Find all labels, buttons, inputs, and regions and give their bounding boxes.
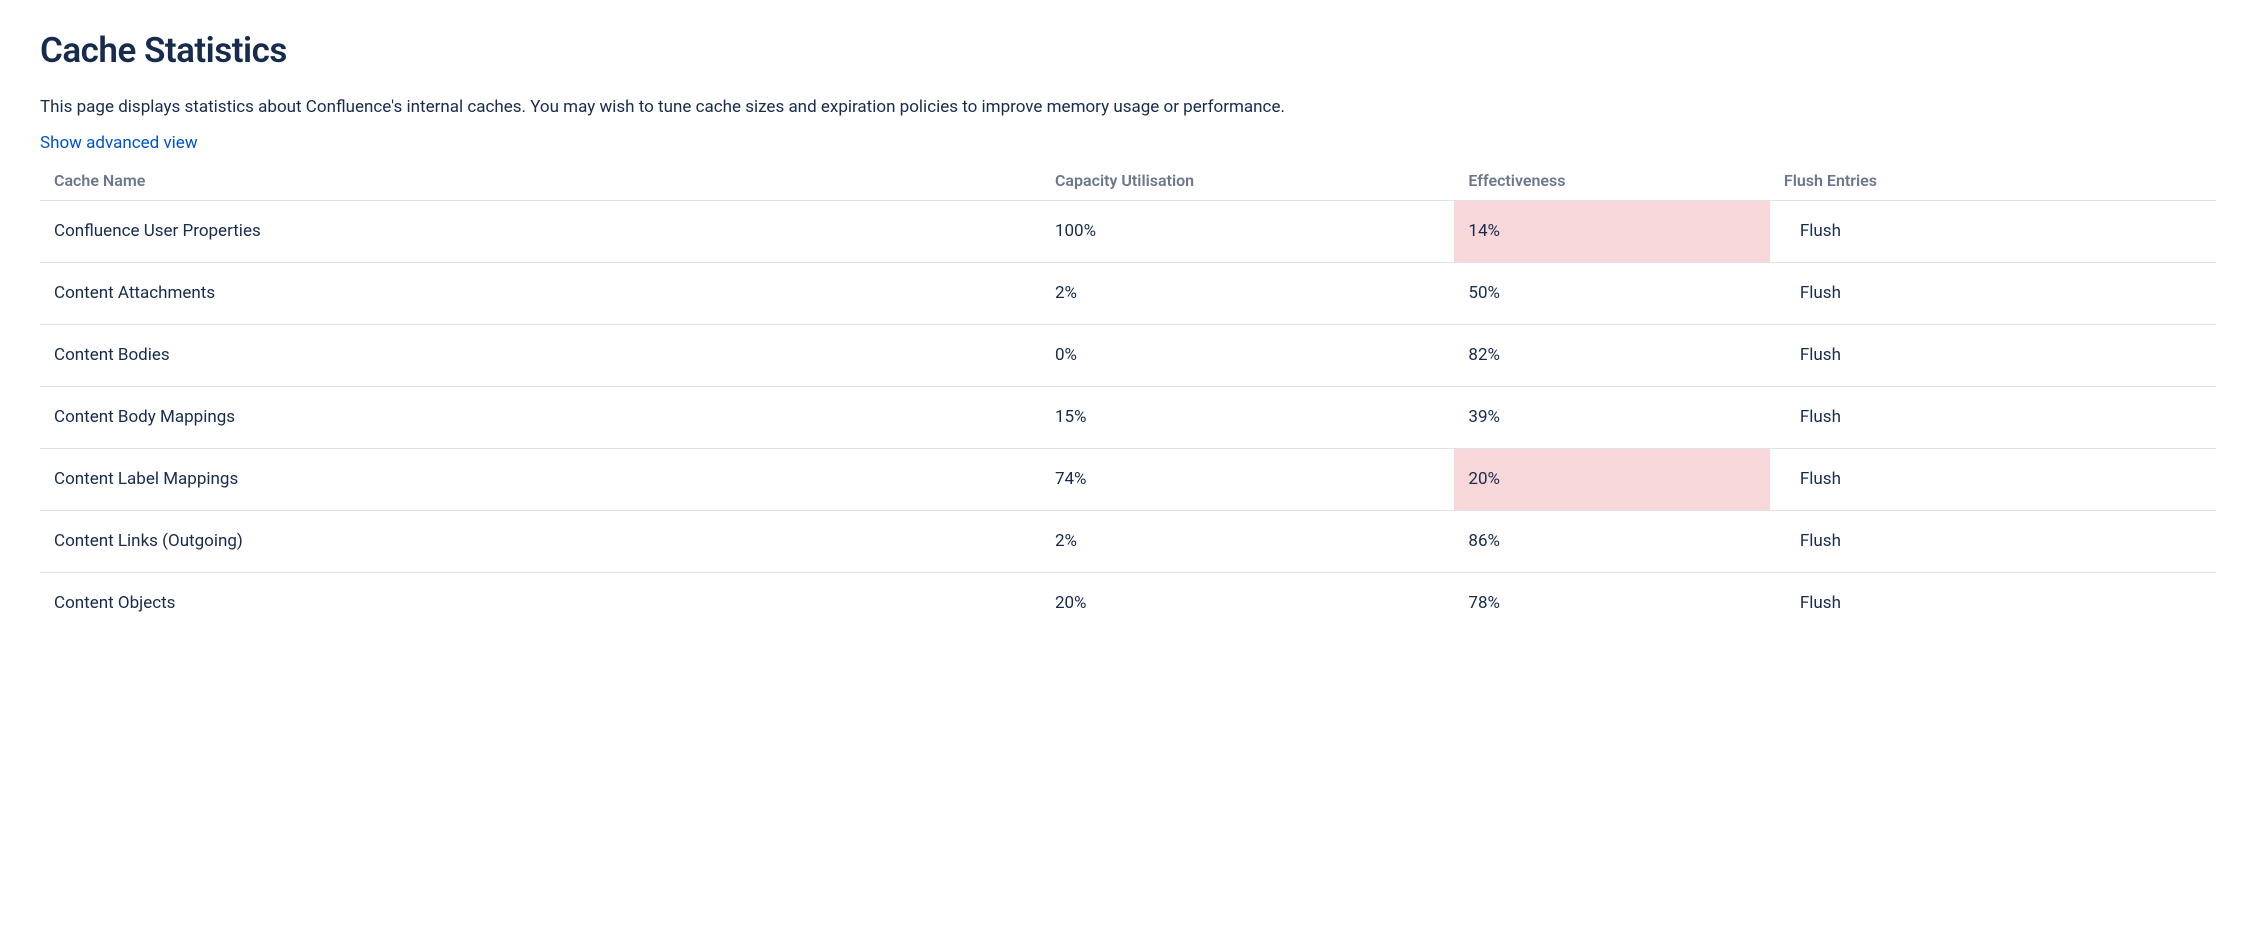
column-header-flush: Flush Entries [1770,161,2216,201]
table-row: Content Body Mappings15%39% Flush [40,386,2216,448]
table-row: Content Attachments2%50% Flush [40,262,2216,324]
capacity-cell: 74% [1041,448,1454,510]
flush-button[interactable]: Flush [1800,283,1841,303]
column-header-capacity: Capacity Utilisation [1041,161,1454,201]
effectiveness-cell: 82% [1454,324,1770,386]
flush-cell: Flush [1770,448,2216,510]
flush-button[interactable]: Flush [1800,593,1841,613]
capacity-cell: 0% [1041,324,1454,386]
flush-cell: Flush [1770,200,2216,262]
table-row: Content Bodies0%82% Flush [40,324,2216,386]
effectiveness-cell: 20% [1454,448,1770,510]
capacity-cell: 20% [1041,572,1454,634]
flush-button[interactable]: Flush [1800,221,1841,241]
show-advanced-view-link[interactable]: Show advanced view [40,133,198,153]
flush-button[interactable]: Flush [1800,469,1841,489]
capacity-cell: 2% [1041,262,1454,324]
cache-name-cell: Content Objects [40,572,1041,634]
table-row: Content Links (Outgoing)2%86% Flush [40,510,2216,572]
cache-name-cell: Content Attachments [40,262,1041,324]
flush-cell: Flush [1770,386,2216,448]
cache-name-cell: Content Bodies [40,324,1041,386]
capacity-cell: 100% [1041,200,1454,262]
column-header-cache-name: Cache Name [40,161,1041,201]
table-row: Content Label Mappings74%20% Flush [40,448,2216,510]
effectiveness-cell: 86% [1454,510,1770,572]
effectiveness-cell: 78% [1454,572,1770,634]
page-title: Cache Statistics [40,30,2216,71]
cache-name-cell: Content Body Mappings [40,386,1041,448]
table-row: Confluence User Properties100%14% Flush [40,200,2216,262]
flush-cell: Flush [1770,572,2216,634]
cache-name-cell: Content Links (Outgoing) [40,510,1041,572]
table-row: Content Objects20%78% Flush [40,572,2216,634]
page-description: This page displays statistics about Conf… [40,95,2216,121]
flush-cell: Flush [1770,262,2216,324]
flush-button[interactable]: Flush [1800,345,1841,365]
cache-name-cell: Content Label Mappings [40,448,1041,510]
capacity-cell: 15% [1041,386,1454,448]
effectiveness-cell: 14% [1454,200,1770,262]
column-header-effectiveness: Effectiveness [1454,161,1770,201]
flush-button[interactable]: Flush [1800,407,1841,427]
flush-cell: Flush [1770,510,2216,572]
capacity-cell: 2% [1041,510,1454,572]
effectiveness-cell: 50% [1454,262,1770,324]
cache-statistics-table: Cache Name Capacity Utilisation Effectiv… [40,161,2216,635]
flush-cell: Flush [1770,324,2216,386]
flush-button[interactable]: Flush [1800,531,1841,551]
cache-name-cell: Confluence User Properties [40,200,1041,262]
effectiveness-cell: 39% [1454,386,1770,448]
